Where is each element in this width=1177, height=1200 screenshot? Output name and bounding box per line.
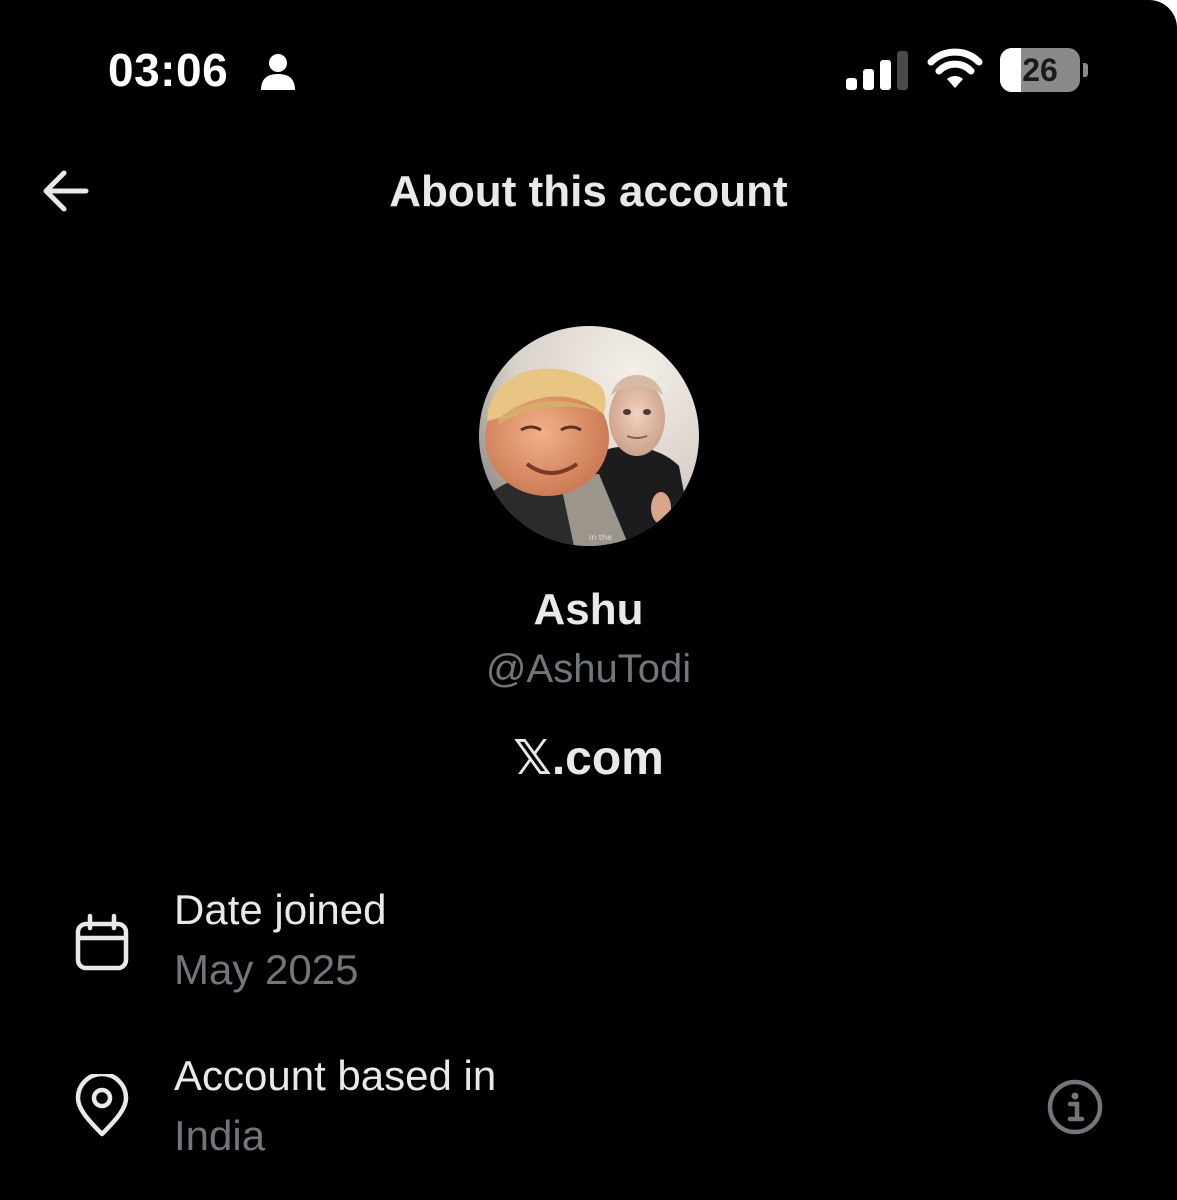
cellular-signal-icon: [846, 50, 910, 90]
account-based-in-label: Account based in: [174, 1052, 497, 1099]
date-joined-row: Date joined May 2025: [0, 880, 1177, 1000]
battery-body: 26: [1000, 48, 1080, 92]
calendar-icon: [70, 912, 134, 976]
signal-bar: [880, 60, 891, 90]
signal-bar: [897, 51, 908, 90]
account-based-in-value: India: [174, 1112, 266, 1159]
page-title: About this account: [389, 167, 788, 216]
signal-bar: [863, 69, 874, 90]
location-pin-icon: [70, 1071, 134, 1138]
date-joined-label: Date joined: [174, 886, 387, 933]
battery-level: 26: [1022, 52, 1058, 88]
username-handle[interactable]: @AshuTodi: [0, 644, 1177, 694]
battery-nub: [1083, 63, 1088, 77]
battery-icon: 26: [1000, 48, 1090, 92]
account-based-in-row: Account based in India: [0, 1046, 1177, 1166]
info-icon: [1047, 1079, 1103, 1135]
profile-photo: in the: [479, 326, 699, 546]
status-bar: 03:06 26: [0, 0, 1177, 140]
info-button[interactable]: [1044, 1076, 1106, 1138]
signal-bar: [846, 78, 857, 90]
x-com-label: 𝕏.com: [513, 732, 664, 785]
display-name: Ashu: [533, 585, 644, 634]
avatar[interactable]: in the: [479, 326, 699, 546]
about-account-screen: 03:06 26 About this account in the Ashu …: [0, 0, 1177, 1200]
wifi-icon: [926, 48, 984, 90]
date-joined-value: May 2025: [174, 946, 359, 993]
svg-text:in the: in the: [589, 533, 612, 542]
person-icon: [258, 52, 298, 92]
status-time: 03:06: [108, 44, 229, 96]
